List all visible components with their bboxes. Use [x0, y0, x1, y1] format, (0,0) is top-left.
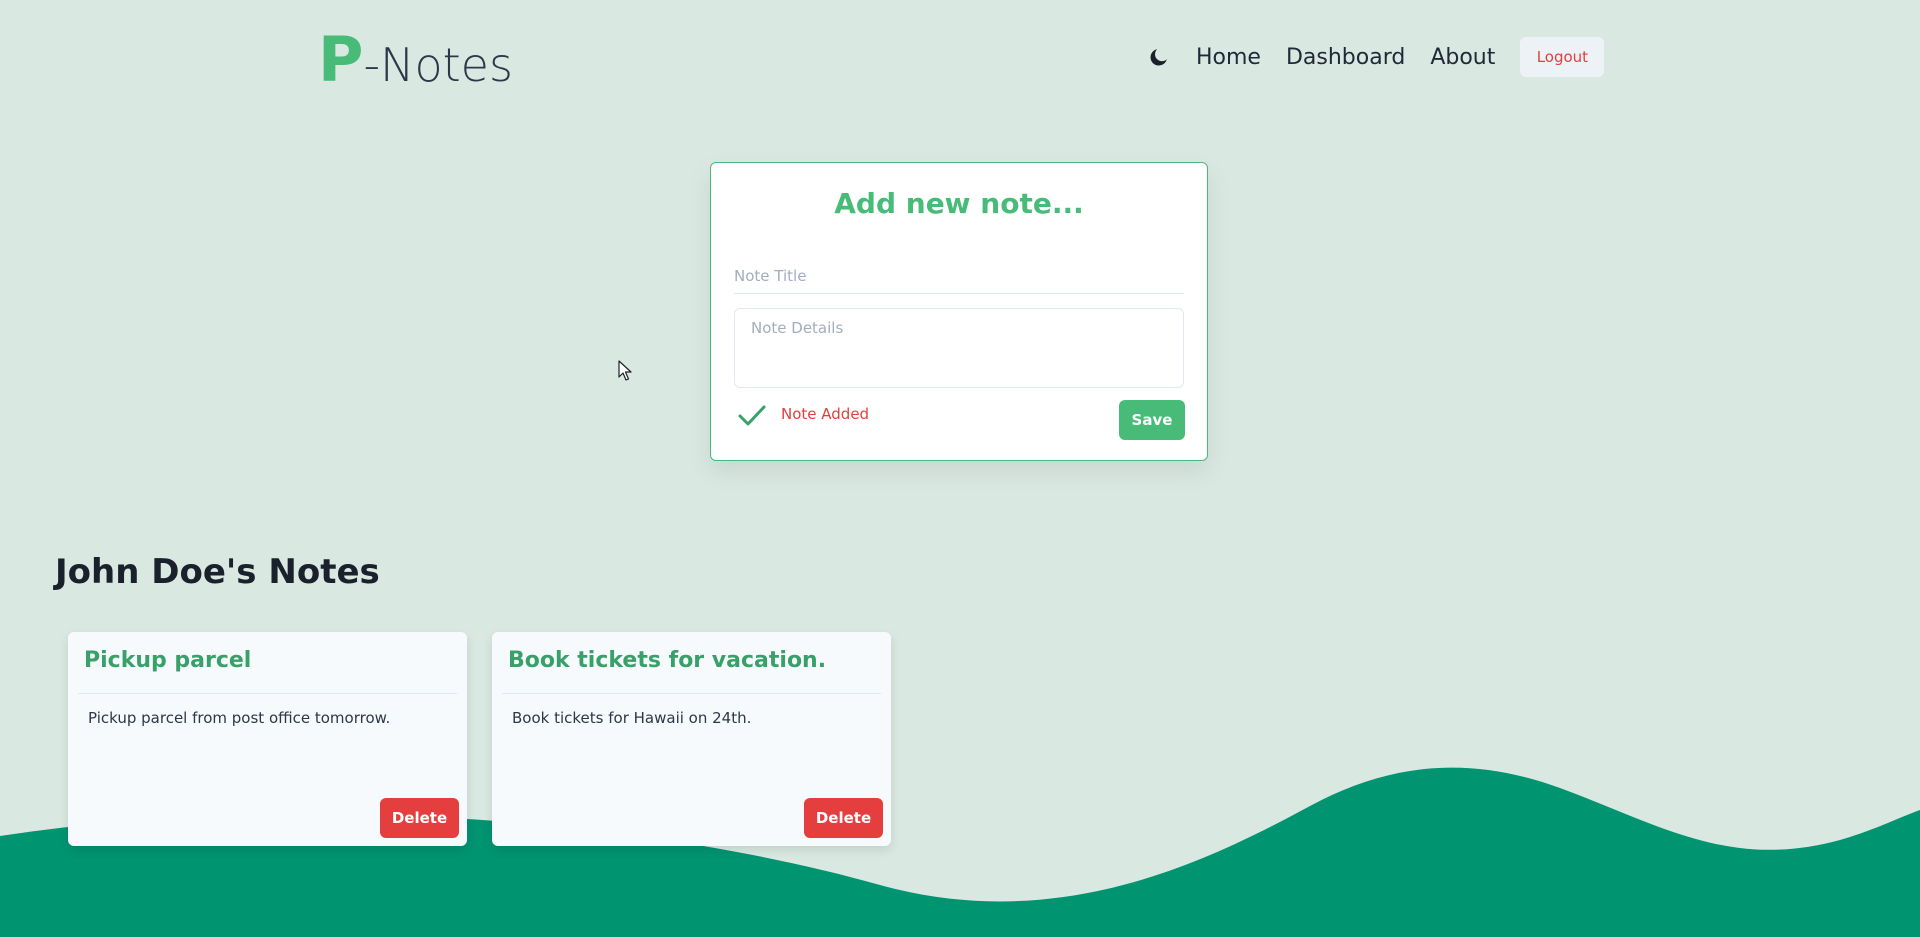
mouse-cursor-icon	[618, 360, 632, 381]
moon-icon[interactable]	[1148, 46, 1170, 68]
note-card: Book tickets for vacation. Book tickets …	[492, 632, 891, 846]
logout-button[interactable]: Logout	[1520, 37, 1605, 77]
status-message: Note Added	[781, 405, 870, 423]
nav-link-dashboard[interactable]: Dashboard	[1286, 45, 1405, 70]
note-divider	[502, 693, 881, 694]
save-button[interactable]: Save	[1119, 400, 1185, 440]
app-logo[interactable]: P -Notes	[318, 26, 513, 94]
note-details-input[interactable]	[734, 308, 1184, 388]
top-nav: Home Dashboard About Logout	[1148, 36, 1605, 78]
note-body: Book tickets for Hawaii on 24th.	[512, 709, 752, 727]
nav-link-about[interactable]: About	[1430, 45, 1495, 70]
add-note-heading: Add new note...	[834, 187, 1084, 220]
note-body: Pickup parcel from post office tomorrow.	[88, 709, 391, 727]
note-title: Pickup parcel	[84, 648, 252, 673]
notes-section-heading: John Doe's Notes	[55, 552, 380, 592]
check-icon	[737, 403, 767, 429]
note-divider	[78, 693, 457, 694]
nav-link-home[interactable]: Home	[1196, 45, 1261, 70]
logo-initial: P	[318, 23, 364, 96]
note-title: Book tickets for vacation.	[508, 648, 827, 673]
delete-button[interactable]: Delete	[380, 798, 459, 838]
delete-button[interactable]: Delete	[804, 798, 883, 838]
page: P -Notes Home Dashboard About Logout Add…	[0, 0, 1920, 937]
logo-name: -Notes	[363, 38, 513, 92]
note-title-input[interactable]	[734, 258, 1184, 294]
note-card: Pickup parcel Pickup parcel from post of…	[68, 632, 467, 846]
